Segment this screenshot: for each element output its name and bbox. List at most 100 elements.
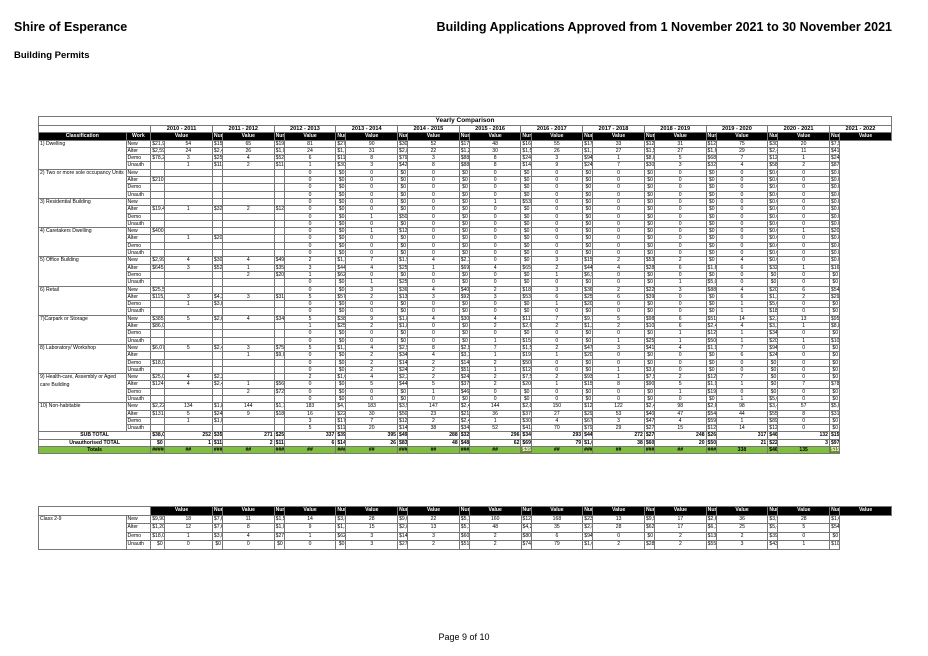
value-cell: $44,079,617: [582, 431, 594, 440]
value-cell: $545,000: [828, 285, 841, 294]
value-cell: $5,740,793: [458, 514, 470, 525]
num-cell: 27: [653, 146, 707, 156]
value-cell: $5,000: [767, 394, 779, 404]
value-cell: $6,075,000: [150, 343, 165, 353]
num-cell: 1: [468, 197, 522, 207]
value-cell: $1,975,614: [397, 256, 409, 265]
value-cell: $0: [273, 540, 285, 550]
num-cell: 14: [283, 514, 337, 525]
num-cell: 135: [777, 446, 830, 455]
num-cell: 3: [592, 343, 645, 353]
num-cell: 8: [407, 343, 460, 353]
num-cell: 2: [530, 373, 584, 382]
value-cell: $329,800: [705, 161, 717, 170]
value-header: Value: [283, 506, 337, 516]
num-cell: 0: [468, 387, 522, 397]
num-cell: 0: [530, 190, 584, 199]
num-cell: 1: [283, 531, 337, 542]
num-cell: 0: [777, 531, 831, 542]
value-cell: $1,651,836: [705, 146, 717, 156]
value-cell: $0.00: [767, 190, 779, 199]
value-cell: $1,639,076: [705, 263, 717, 272]
num-cell: 6: [777, 285, 830, 294]
num-cell: 2: [468, 285, 522, 294]
yearly-comparison-table: Yearly Comparison 2010 - 2011 2011 - 2012 2…: [37, 116, 893, 455]
value-header: Value: [345, 132, 399, 141]
classification-label: 6) Retail: [38, 285, 127, 316]
num-cell: 29: [715, 146, 769, 156]
num-header: Num: [397, 132, 409, 141]
num-cell: 122: [592, 402, 645, 411]
num-cell: 0: [777, 424, 830, 433]
num-cell: [163, 227, 213, 236]
value-cell: [273, 249, 285, 258]
value-cell: $27,937,550: [335, 139, 347, 148]
num-cell: 0: [653, 307, 707, 316]
num-cell: 0: [530, 394, 584, 404]
num-cell: 0: [407, 190, 460, 199]
num-cell: 0: [592, 183, 645, 192]
value-cell: $0: [335, 197, 347, 207]
value-cell: $0: [397, 300, 409, 309]
num-cell: 0: [592, 234, 645, 243]
table-row: 8) Laboratory/ WorkshopNew$6,075,0005$2,…: [38, 343, 892, 375]
num-cell: 8: [222, 523, 275, 533]
value-cell: $1,269,092: [458, 146, 470, 156]
value-cell: $143,500: [520, 161, 532, 170]
num-cell: 38: [592, 438, 645, 448]
num-cell: 25: [715, 523, 769, 533]
num-cell: 0: [653, 205, 707, 214]
value-cell: $340,000: [397, 351, 409, 360]
num-cell: 1: [777, 227, 830, 236]
value-cell: $0: [582, 278, 594, 287]
value-cell: $212,899: [458, 409, 470, 418]
value-cell: $35,365,051: [211, 431, 224, 440]
num-cell: 1: [222, 380, 275, 389]
num-cell: 0: [592, 351, 645, 360]
value-cell: $748,330: [520, 540, 532, 550]
num-header: Num: [767, 506, 779, 516]
value-cell: $1,000: [211, 416, 224, 426]
value-cell: $0: [828, 270, 841, 280]
num-cell: 9: [345, 314, 399, 324]
table-row: Unauth0$00$00$00$00$00$00$01$18,5000$0: [39, 307, 892, 316]
num-cell: 0: [283, 190, 337, 199]
value-cell: $25,000: [397, 278, 409, 287]
value-cell: [273, 241, 285, 251]
value-cell: $0: [582, 387, 594, 397]
num-cell: 2: [530, 343, 584, 353]
value-cell: $0: [520, 387, 532, 397]
value-cell: $94,000: [582, 531, 594, 542]
value-cell: $600,180: [643, 438, 655, 448]
value-cell: $19,605,426: [273, 139, 285, 148]
num-cell: 0: [592, 241, 645, 251]
value-cell: $1,590,123: [273, 514, 285, 525]
value-cell: $1,138,463: [335, 146, 347, 156]
value-cell: $0: [211, 540, 224, 550]
num-cell: 144: [468, 402, 522, 411]
num-cell: 2: [222, 270, 275, 280]
value-cell: $628,418: [643, 523, 656, 533]
num-header: Num: [767, 132, 779, 141]
table-row: Alter$1,200,41412$7,645,0068$1,054,5009$…: [39, 523, 892, 533]
work-type: Demo: [125, 241, 152, 251]
num-cell: 2: [222, 205, 275, 214]
table-row: Demo1$1,0003$17,5007$12,5002$2,4951$30,0…: [39, 416, 892, 426]
table-row: Demo0$01$5000$00$00$00$00$00$0.000$0.00: [39, 212, 892, 221]
value-cell: $115,000: [335, 424, 347, 433]
value-cell: $128,000: [705, 373, 717, 382]
value-cell: $20,000: [211, 234, 224, 243]
num-cell: [163, 365, 213, 375]
value-cell: $0: [335, 234, 347, 243]
value-cell: $0: [335, 336, 347, 345]
value-cell: $14,000: [397, 358, 409, 367]
value-cell: $34,657,981: [520, 431, 532, 440]
table-row: Alter$115,5003$4,302,0003$318,0005$572,0…: [39, 292, 892, 302]
value-cell: [150, 424, 165, 433]
num-cell: 0: [530, 219, 584, 229]
num-cell: 0: [592, 358, 645, 367]
value-cell: $10,000: [829, 540, 841, 550]
value-cell: $421,000: [397, 161, 409, 170]
year-header: 2011 - 2012: [211, 124, 275, 134]
num-cell: 1: [468, 351, 522, 360]
